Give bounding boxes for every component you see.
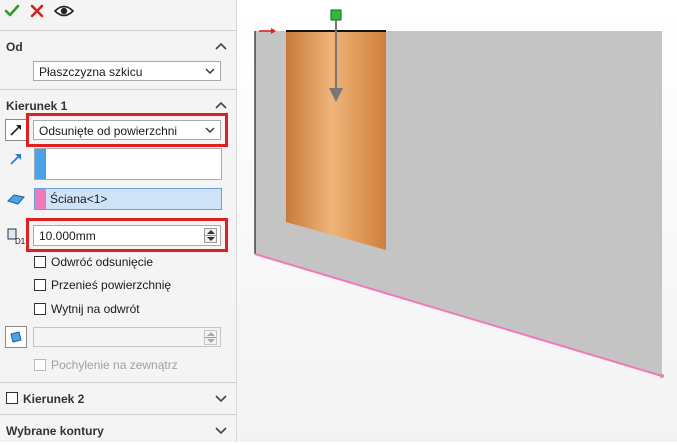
face-item-label[interactable]: Ściana<1> — [50, 192, 107, 206]
face-selection-list[interactable]: Ściana<1> — [34, 188, 222, 210]
property-manager-panel: Od Płaszczyzna szkicu Kierunek 1 Odsunię… — [0, 0, 237, 442]
section-selected-contours-title: Wybrane kontury — [6, 424, 104, 438]
graphics-viewport[interactable] — [237, 0, 677, 442]
section-direction2-title: Kierunek 2 — [23, 392, 85, 406]
section-direction2-header[interactable]: Kierunek 2 — [0, 388, 236, 410]
chevron-up-icon[interactable] — [214, 98, 228, 112]
draft-button[interactable] — [5, 326, 27, 348]
section-direction1-title: Kierunek 1 — [6, 99, 68, 113]
direction2-checkbox[interactable] — [6, 392, 18, 404]
translate-surface-option[interactable]: Przenieś powierzchnię — [34, 277, 171, 293]
draft-outward-label: Pochylenie na zewnątrz — [51, 358, 178, 372]
start-condition-value: Płaszczyzna szkicu — [39, 65, 143, 79]
draft-icon — [10, 331, 22, 343]
chevron-up-icon[interactable] — [214, 39, 228, 53]
chevron-down-icon[interactable] — [214, 423, 228, 437]
draft-angle-input — [33, 327, 221, 347]
translate-surface-checkbox[interactable] — [34, 279, 46, 291]
flip-cut-option[interactable]: Wytnij na odwrót — [34, 301, 140, 317]
reverse-offset-checkbox[interactable] — [34, 256, 46, 268]
translate-surface-label: Przenieś powierzchnię — [51, 278, 172, 292]
face-color-swatch — [35, 189, 46, 209]
offset-distance-icon: D1 — [5, 225, 27, 247]
cancel-button[interactable] — [27, 1, 47, 21]
model-view — [237, 0, 677, 442]
separator — [0, 30, 236, 31]
separator — [0, 89, 236, 90]
reverse-direction-button[interactable] — [5, 119, 27, 141]
draft-outward-option: Pochylenie na zewnątrz — [34, 357, 178, 373]
face-select-icon — [5, 188, 27, 210]
direction-vector-icon — [5, 148, 27, 170]
ok-button[interactable] — [2, 1, 22, 21]
section-from-header[interactable]: Od — [0, 36, 236, 58]
highlight-frame — [26, 113, 228, 147]
preview-button[interactable] — [54, 1, 74, 21]
chevron-down-icon — [205, 68, 215, 74]
separator — [0, 382, 236, 383]
draft-outward-checkbox — [34, 359, 46, 371]
sketch-handle-icon — [330, 9, 342, 21]
reverse-direction-icon — [10, 125, 21, 136]
eye-icon — [54, 5, 74, 17]
direction-vector-list[interactable] — [34, 148, 222, 180]
x-icon — [30, 4, 44, 18]
property-manager-toolbar — [0, 0, 236, 24]
svg-text:D1: D1 — [15, 237, 26, 245]
section-selected-contours-header[interactable]: Wybrane kontury — [0, 420, 236, 442]
draft-spinner — [204, 330, 217, 345]
separator — [0, 414, 236, 415]
direction-color-swatch — [35, 149, 46, 179]
start-condition-select[interactable]: Płaszczyzna szkicu — [33, 61, 221, 81]
flip-cut-label: Wytnij na odwrót — [51, 302, 140, 316]
reverse-offset-option[interactable]: Odwróć odsunięcie — [34, 254, 153, 270]
checkmark-icon — [4, 4, 20, 17]
highlight-frame — [26, 218, 228, 252]
flip-cut-checkbox[interactable] — [34, 303, 46, 315]
reverse-offset-label: Odwróć odsunięcie — [51, 255, 154, 269]
chevron-down-icon[interactable] — [214, 391, 228, 405]
section-from-title: Od — [6, 40, 23, 54]
